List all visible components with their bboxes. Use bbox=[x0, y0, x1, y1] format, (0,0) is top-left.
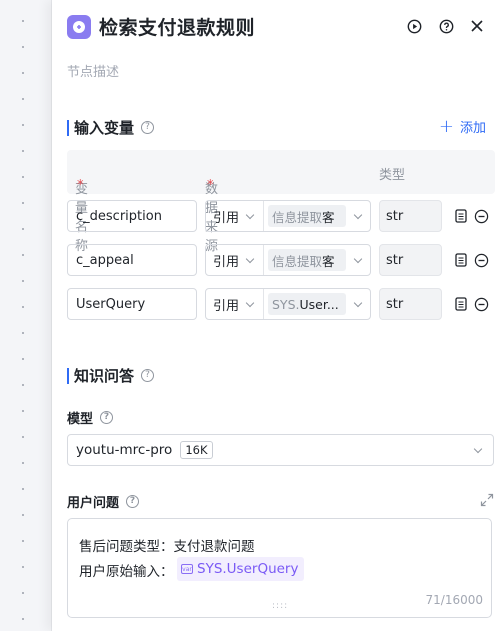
model-label: 模型 ? bbox=[67, 408, 114, 427]
chevron-down-icon bbox=[353, 210, 363, 219]
variable-name-input[interactable]: c_appeal bbox=[67, 244, 197, 276]
expand-icon[interactable] bbox=[480, 492, 494, 507]
source-mode-select[interactable]: 引用 bbox=[206, 201, 264, 231]
chevron-down-icon bbox=[353, 298, 363, 307]
document-icon[interactable] bbox=[453, 296, 469, 312]
type-field: str bbox=[379, 288, 442, 320]
node-title[interactable]: 检索支付退款规则 bbox=[99, 13, 255, 40]
chevron-down-icon bbox=[245, 210, 255, 219]
node-type-icon bbox=[67, 14, 91, 39]
variable-name-input[interactable]: UserQuery bbox=[67, 288, 197, 320]
model-value: youtu-mrc-pro bbox=[76, 442, 173, 458]
play-circle-icon[interactable] bbox=[405, 17, 423, 35]
canvas-strip bbox=[0, 0, 52, 631]
context-badge: 16K bbox=[180, 441, 213, 459]
variable-name-input[interactable]: c_description bbox=[67, 200, 197, 232]
help-icon[interactable]: ? bbox=[100, 411, 114, 424]
type-field: str bbox=[379, 200, 442, 232]
help-circle-icon[interactable] bbox=[437, 17, 455, 35]
remove-circle-icon[interactable] bbox=[473, 208, 489, 224]
user-question-editor[interactable]: 售后问题类型：支付退款问题 用户原始输入： var SYS.UserQuery … bbox=[67, 518, 492, 618]
close-icon[interactable] bbox=[468, 17, 486, 35]
char-counter: 71/16000 bbox=[425, 593, 484, 607]
source-tag: 信息提取客 bbox=[268, 249, 346, 271]
model-select[interactable]: youtu-mrc-pro 16K bbox=[67, 434, 494, 466]
help-icon[interactable]: ? bbox=[141, 121, 155, 134]
remove-circle-icon[interactable] bbox=[473, 252, 489, 268]
variables-table-header: 变量名称 * 数据来源 * 类型 bbox=[67, 150, 495, 254]
node-description-input[interactable]: 节点描述 bbox=[67, 61, 119, 80]
source-mode-select[interactable]: 引用 bbox=[206, 245, 264, 275]
knowledge-qa-title: 知识问答 ? bbox=[67, 365, 155, 386]
table-row: c_description 引用 信息提取客 str bbox=[67, 200, 495, 234]
data-source-select[interactable]: 引用 信息提取客 bbox=[205, 200, 371, 232]
remove-circle-icon[interactable] bbox=[473, 296, 489, 312]
node-config-panel: 检索支付退款规则 节点描述 输入变量 ? + 添加 变量名称 * 数据来源 * 类型… bbox=[52, 0, 498, 631]
data-source-select[interactable]: 引用 信息提取客 bbox=[205, 244, 371, 276]
document-icon[interactable] bbox=[453, 208, 469, 224]
user-question-label: 用户问题 ? bbox=[67, 492, 140, 511]
source-mode-select[interactable]: 引用 bbox=[206, 289, 264, 319]
table-row: c_appeal 引用 信息提取客 str bbox=[67, 244, 495, 278]
type-field: str bbox=[379, 244, 442, 276]
help-icon[interactable]: ? bbox=[141, 369, 155, 382]
source-tag: 信息提取客 bbox=[268, 205, 346, 227]
plus-icon: + bbox=[438, 115, 454, 137]
variable-chip[interactable]: var SYS.UserQuery bbox=[177, 557, 305, 581]
data-source-select[interactable]: 引用 SYS. User... bbox=[205, 288, 371, 320]
help-icon[interactable]: ? bbox=[126, 495, 140, 508]
source-tag: SYS. User... bbox=[268, 293, 346, 315]
table-row: UserQuery 引用 SYS. User... str bbox=[67, 288, 495, 322]
chevron-down-icon bbox=[245, 298, 255, 307]
document-icon[interactable] bbox=[453, 252, 469, 268]
variable-icon: var bbox=[181, 564, 193, 574]
input-variables-title: 输入变量 ? bbox=[67, 117, 155, 138]
chevron-down-icon bbox=[245, 254, 255, 263]
add-variable-button[interactable]: + 添加 bbox=[439, 117, 486, 136]
resize-handle-icon[interactable]: :::: bbox=[272, 601, 288, 611]
question-line: 售后问题类型：支付退款问题 bbox=[79, 539, 255, 555]
panel-header: 检索支付退款规则 bbox=[67, 13, 255, 40]
chevron-down-icon bbox=[353, 254, 363, 263]
question-line: 用户原始输入： bbox=[79, 564, 174, 580]
chevron-down-icon bbox=[473, 444, 483, 454]
